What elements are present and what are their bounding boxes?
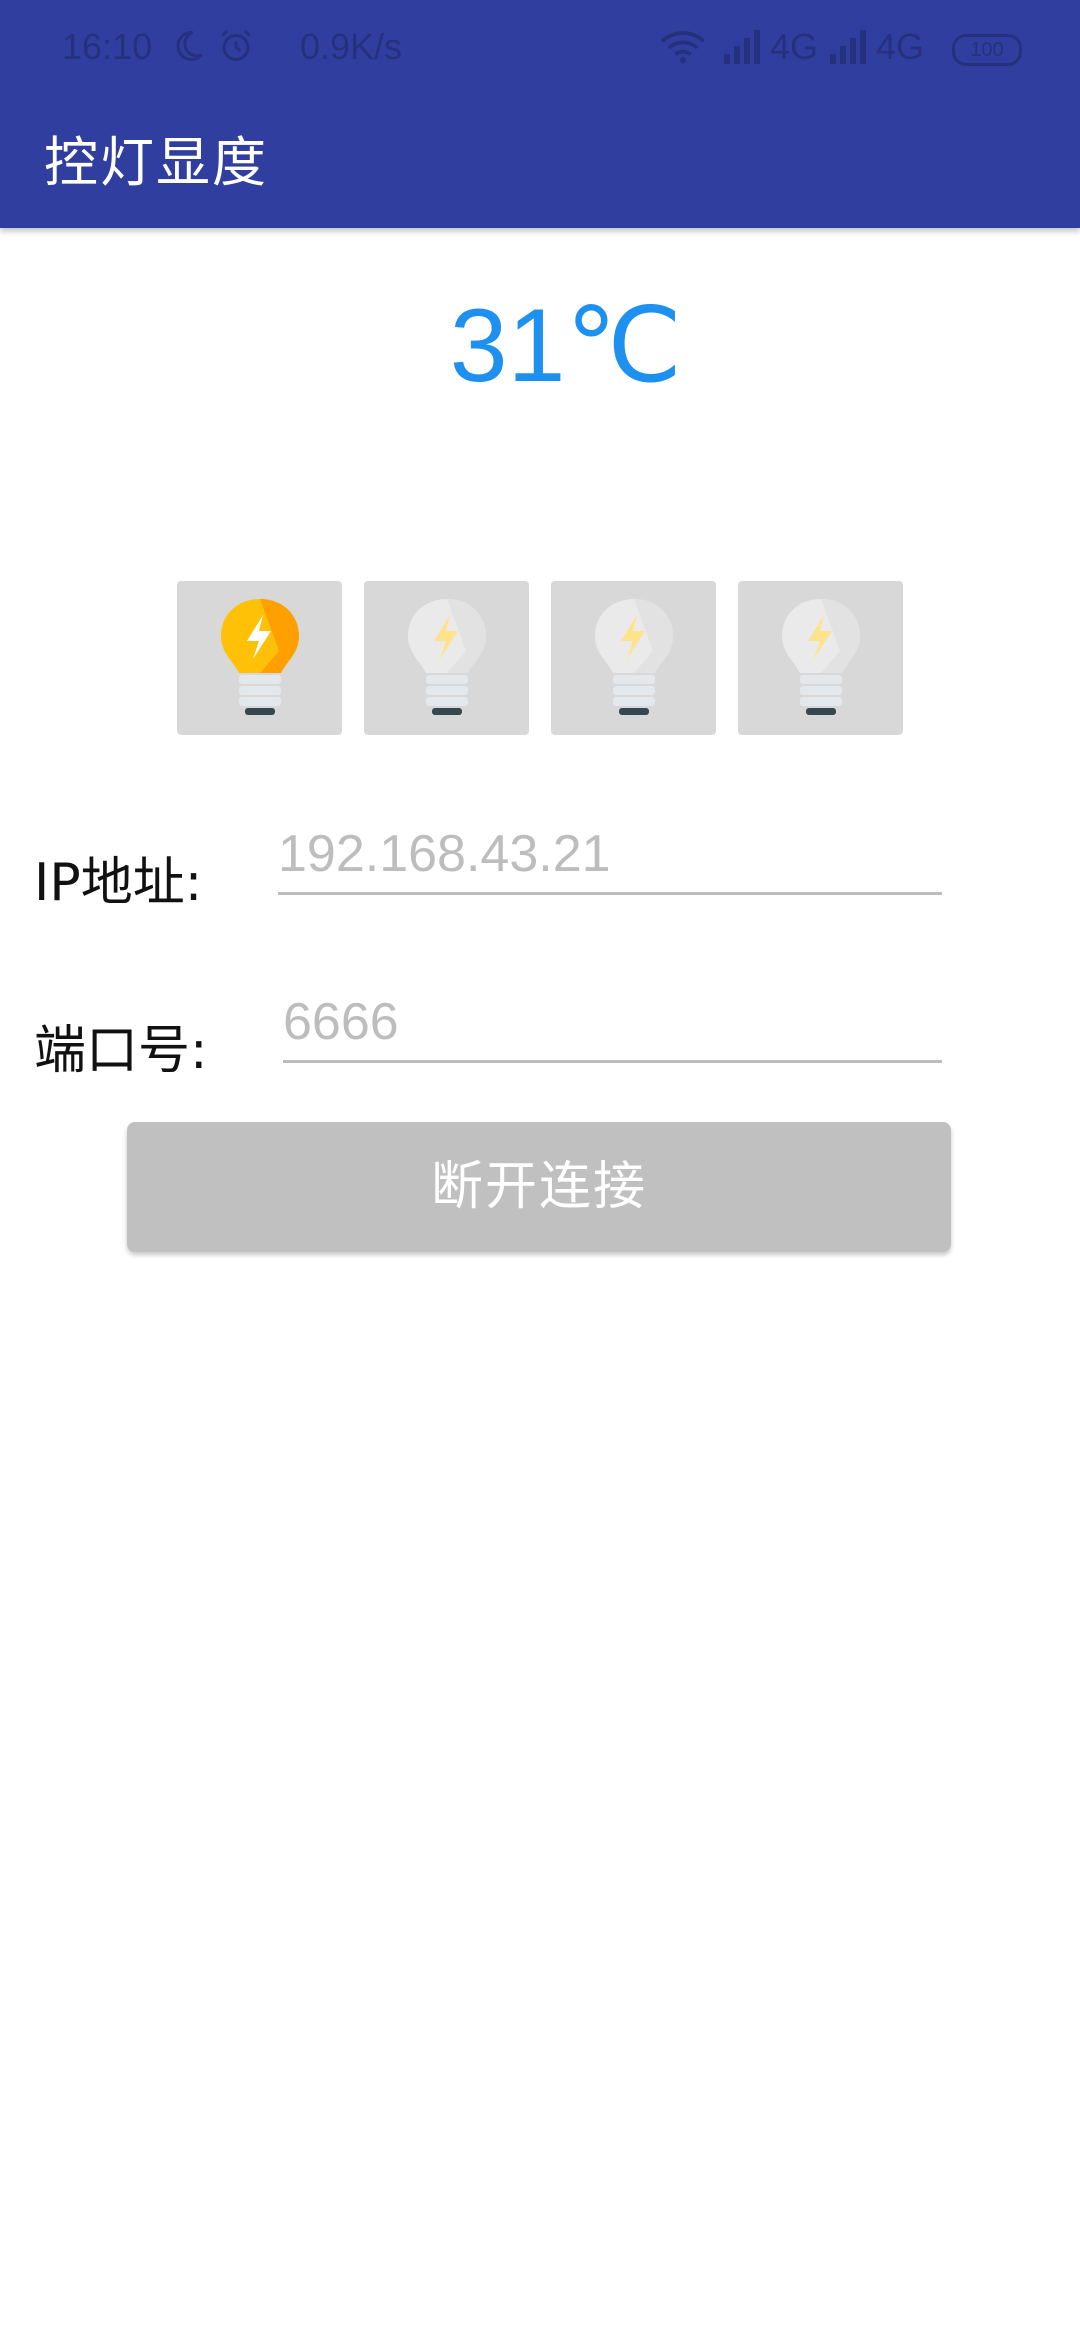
wifi-icon [660,31,706,64]
lightbulb-icon [782,599,860,715]
lightbulb-icon [595,599,673,715]
app-bar: 16:10 0.9K/s 4G 4G 100 控灯显度 [0,0,1080,228]
bulb-1-toggle[interactable] [177,581,342,735]
ip-address-input[interactable]: 192.168.43.21 [278,816,942,895]
bulb-4-toggle[interactable] [738,581,903,735]
app-title: 控灯显度 [44,131,268,194]
battery-icon: 100 [952,34,1022,66]
bulb-2-toggle[interactable] [364,581,529,735]
network-type-1: 4G [770,26,819,67]
signal-icon [724,30,760,64]
bulb-3-toggle[interactable] [551,581,716,735]
app-screen: 16:10 0.9K/s 4G 4G 100 控灯显度 31℃ IP地址: 19… [0,0,1080,2340]
moon-icon [176,30,203,61]
port-label: 端口号: [34,1021,208,1081]
network-type-2: 4G [876,26,925,67]
port-input[interactable]: 6666 [283,984,942,1063]
ip-label: IP地址: [34,853,203,913]
disconnect-button[interactable]: 断开连接 [127,1122,951,1252]
status-bar: 16:10 0.9K/s 4G 4G 100 [0,0,1080,96]
signal-icon [830,30,866,64]
lightbulb-icon [408,599,486,715]
alarm-icon [221,29,251,61]
temperature-display: 31℃ [449,288,683,404]
lightbulb-icon [221,599,299,715]
network-speed: 0.9K/s [300,26,403,67]
status-time: 16:10 [62,26,153,67]
